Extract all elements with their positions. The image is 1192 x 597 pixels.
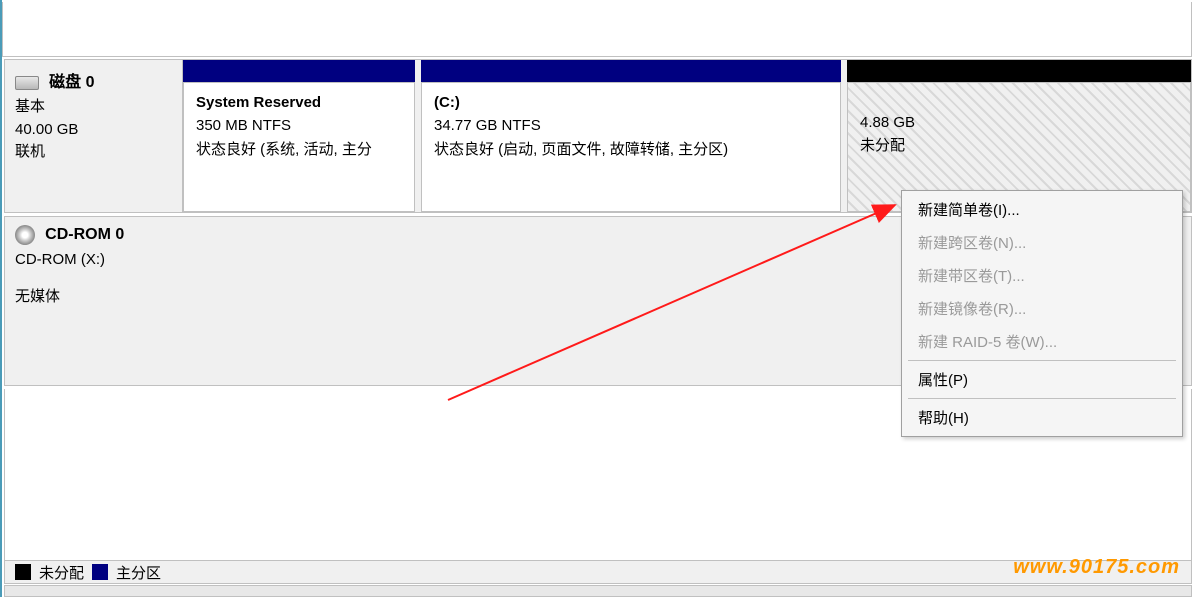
cdrom-0-title: CD-ROM 0 [45, 226, 124, 243]
legend-label-unallocated: 未分配 [39, 562, 84, 583]
menu-new-simple-volume[interactable]: 新建简单卷(I)... [904, 193, 1180, 226]
disk-0-type: 基本 [15, 96, 172, 119]
disk-icon [15, 76, 39, 90]
partition-size: 4.88 GB [860, 111, 1178, 134]
context-menu: 新建简单卷(I)... 新建跨区卷(N)... 新建带区卷(T)... 新建镜像… [901, 190, 1183, 437]
menu-separator [908, 360, 1176, 361]
partition-header [183, 60, 415, 82]
menu-help[interactable]: 帮助(H) [904, 401, 1180, 434]
partition-header [847, 60, 1191, 82]
partition-header [421, 60, 841, 82]
disk-0-info[interactable]: 磁盘 0 基本 40.00 GB 联机 [5, 60, 183, 212]
legend-swatch-unallocated [15, 564, 31, 580]
cdrom-icon [15, 225, 35, 245]
menu-properties[interactable]: 属性(P) [904, 363, 1180, 396]
menu-new-raid5-volume: 新建 RAID-5 卷(W)... [904, 325, 1180, 358]
partition-status: 状态良好 (启动, 页面文件, 故障转储, 主分区) [434, 138, 828, 161]
legend-swatch-primary [92, 564, 108, 580]
disk-0-size: 40.00 GB [15, 119, 172, 142]
partition-size: 34.77 GB NTFS [434, 114, 828, 137]
toolbar-area [2, 2, 1192, 57]
menu-new-striped-volume: 新建带区卷(T)... [904, 259, 1180, 292]
partition-status: 未分配 [860, 134, 1178, 157]
partition-system-reserved[interactable]: System Reserved 350 MB NTFS 状态良好 (系统, 活动… [183, 60, 415, 212]
disk-0-status: 联机 [15, 141, 172, 164]
partition-name: System Reserved [196, 91, 402, 114]
legend-label-primary: 主分区 [116, 562, 161, 583]
partition-c[interactable]: (C:) 34.77 GB NTFS 状态良好 (启动, 页面文件, 故障转储,… [421, 60, 841, 212]
partition-status: 状态良好 (系统, 活动, 主分 [196, 138, 402, 161]
cdrom-0-info[interactable]: CD-ROM 0 CD-ROM (X:) 无媒体 [5, 217, 183, 385]
disk-0-title: 磁盘 0 [49, 74, 94, 91]
menu-new-spanned-volume: 新建跨区卷(N)... [904, 226, 1180, 259]
cdrom-media: 无媒体 [15, 286, 173, 309]
cdrom-drive: CD-ROM (X:) [15, 249, 173, 272]
partition-name: (C:) [434, 91, 828, 114]
menu-new-mirrored-volume: 新建镜像卷(R)... [904, 292, 1180, 325]
partition-size: 350 MB NTFS [196, 114, 402, 137]
horizontal-scrollbar[interactable] [4, 585, 1192, 597]
menu-separator [908, 398, 1176, 399]
watermark: www.90175.com [1013, 556, 1180, 579]
